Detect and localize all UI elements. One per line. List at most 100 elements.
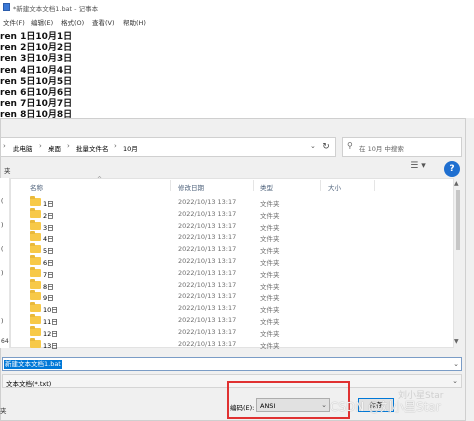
item-type: 文件夹	[260, 211, 280, 220]
modified-date: 2022/10/13 13:17	[178, 221, 237, 230]
chevron-down-icon[interactable]: ⌄	[452, 377, 458, 385]
item-type: 文件夹	[260, 306, 280, 315]
folder-icon	[30, 255, 41, 265]
encoding-value: ANSI	[260, 402, 276, 410]
folder-icon	[30, 219, 41, 230]
table-row[interactable]: 5日 2022/10/13 13:17 文件夹	[10, 243, 454, 255]
file-name-value: 新建文本文档1.bat	[4, 360, 62, 369]
address-bar[interactable]: › 此电脑 › 桌面 › 批量文件名 › 10月 ⌄	[0, 137, 336, 157]
text-line: ren 6日10月6日	[0, 88, 73, 99]
menu-file[interactable]: 文件(F)	[3, 17, 25, 27]
table-row[interactable]: 3日 2022/10/13 13:17 文件夹	[10, 219, 454, 232]
folder-name: 6日	[43, 259, 54, 267]
table-row[interactable]: 11日 2022/10/13 13:17 文件夹	[10, 314, 454, 326]
modified-date: 2022/10/13 13:17	[178, 327, 237, 336]
file-name-input[interactable]: 新建文本文档1.bat ⌄	[2, 357, 462, 371]
column-size[interactable]: 大小	[328, 182, 341, 192]
view-options-icon[interactable]: ☰ ▾	[407, 161, 429, 175]
item-type: 文件夹	[260, 294, 280, 303]
folder-name: 3日	[43, 223, 54, 232]
nav-fragment: )	[1, 222, 4, 229]
folder-icon	[30, 207, 41, 218]
column-divider[interactable]	[253, 180, 254, 191]
menu-help[interactable]: 帮助(H)	[123, 17, 146, 27]
item-type: 文件夹	[260, 235, 280, 244]
search-input[interactable]: ⚲ 在 10月 中搜索	[342, 137, 462, 157]
table-row[interactable]: 13日 2022/10/13 13:17 文件夹	[10, 337, 454, 350]
table-row[interactable]: 2日 2022/10/13 13:17 文件夹	[10, 207, 454, 220]
navigation-pane[interactable]: ( ) ( ) ) 64	[0, 178, 10, 348]
modified-date: 2022/10/13 13:17	[178, 280, 237, 289]
folder-icon	[30, 196, 41, 206]
table-row[interactable]: 9日 2022/10/13 13:17 文件夹	[10, 290, 454, 302]
modified-date: 2022/10/13 13:17	[178, 257, 237, 265]
folder-name: 1日	[43, 200, 54, 208]
table-row[interactable]: 8日 2022/10/13 13:17 文件夹	[10, 278, 454, 291]
modified-date: 2022/10/13 13:17	[178, 245, 237, 254]
item-type: 文件夹	[260, 341, 280, 350]
folder-icon	[30, 302, 41, 313]
folder-icon	[30, 278, 41, 289]
table-row[interactable]: 10日 2022/10/13 13:17 文件夹	[10, 302, 454, 314]
folder-name: 11日	[43, 318, 58, 326]
nav-fragment: )	[1, 270, 4, 277]
chevron-right-icon: ›	[3, 142, 6, 150]
item-type: 文件夹	[260, 270, 280, 279]
breadcrumb-october[interactable]: 10月	[123, 143, 138, 153]
chevron-down-icon[interactable]: ⌄	[321, 401, 327, 409]
text-line: ren 5日10月5日	[0, 76, 73, 87]
folder-icon	[30, 243, 41, 254]
table-row[interactable]: 4日 2022/10/13 13:17 文件夹	[10, 231, 454, 243]
notepad-icon	[3, 3, 10, 11]
folder-icon	[30, 290, 41, 301]
item-type: 文件夹	[260, 282, 280, 291]
modified-date: 2022/10/13 13:17	[178, 268, 237, 277]
scroll-up-icon[interactable]: ▲	[454, 180, 459, 187]
breadcrumb-this-pc[interactable]: 此电脑	[13, 143, 33, 153]
folder-icon	[30, 314, 41, 324]
item-type: 文件夹	[260, 329, 280, 338]
scroll-thumb[interactable]	[456, 190, 460, 250]
folder-icon	[30, 325, 41, 336]
search-placeholder: 在 10月 中搜索	[359, 145, 404, 153]
chevron-down-icon[interactable]: ⌄	[310, 142, 316, 150]
column-divider[interactable]	[374, 180, 375, 191]
refresh-icon[interactable]: ↻	[319, 140, 333, 154]
column-divider[interactable]	[170, 180, 171, 191]
file-type-value: 文本文档(*.txt)	[6, 380, 52, 388]
text-line: ren 7日10月7日	[0, 99, 73, 110]
nav-fragment: (	[1, 198, 4, 205]
new-folder-label[interactable]: 夹	[4, 165, 11, 175]
folder-name: 10日	[43, 306, 58, 315]
item-type: 文件夹	[260, 247, 280, 256]
table-row[interactable]: 1日 2022/10/13 13:17 文件夹	[10, 196, 454, 208]
folder-name: 13日	[43, 341, 58, 350]
chevron-down-icon[interactable]: ⌄	[453, 360, 459, 368]
vertical-scrollbar[interactable]: ▲ ▼	[454, 178, 462, 348]
hide-folders-toggle[interactable]: 夹	[0, 405, 7, 415]
item-type: 文件夹	[260, 200, 280, 208]
table-row[interactable]: 7日 2022/10/13 13:17 文件夹	[10, 266, 454, 279]
column-name[interactable]: 名称	[30, 182, 43, 192]
breadcrumb-batch-filename[interactable]: 批量文件名	[76, 143, 109, 153]
help-icon[interactable]: ?	[444, 161, 460, 177]
item-type: 文件夹	[260, 318, 280, 326]
table-row[interactable]: 6日 2022/10/13 13:17 文件夹	[10, 255, 454, 267]
nav-fragment: 64	[1, 338, 9, 345]
menu-format[interactable]: 格式(O)	[61, 17, 84, 27]
encoding-select[interactable]: ANSI ⌄	[256, 398, 330, 412]
column-divider[interactable]	[320, 180, 321, 191]
column-type[interactable]: 类型	[260, 182, 273, 192]
modified-date: 2022/10/13 13:17	[178, 209, 237, 218]
breadcrumb-desktop[interactable]: 桌面	[48, 143, 61, 153]
table-row[interactable]: 12日 2022/10/13 13:17 文件夹	[10, 325, 454, 338]
notepad-text-area[interactable]: ren 1日10月1日 ren 2日10月2日 ren 3日10月3日 ren …	[0, 32, 72, 122]
folder-name: 9日	[43, 294, 54, 303]
folder-name: 8日	[43, 282, 54, 291]
column-date[interactable]: 修改日期	[178, 182, 204, 192]
menu-edit[interactable]: 编辑(E)	[31, 17, 53, 27]
modified-date: 2022/10/13 13:17	[178, 198, 237, 206]
menu-view[interactable]: 查看(V)	[92, 17, 115, 27]
scroll-down-icon[interactable]: ▼	[454, 338, 459, 345]
search-icon: ⚲	[347, 141, 353, 150]
